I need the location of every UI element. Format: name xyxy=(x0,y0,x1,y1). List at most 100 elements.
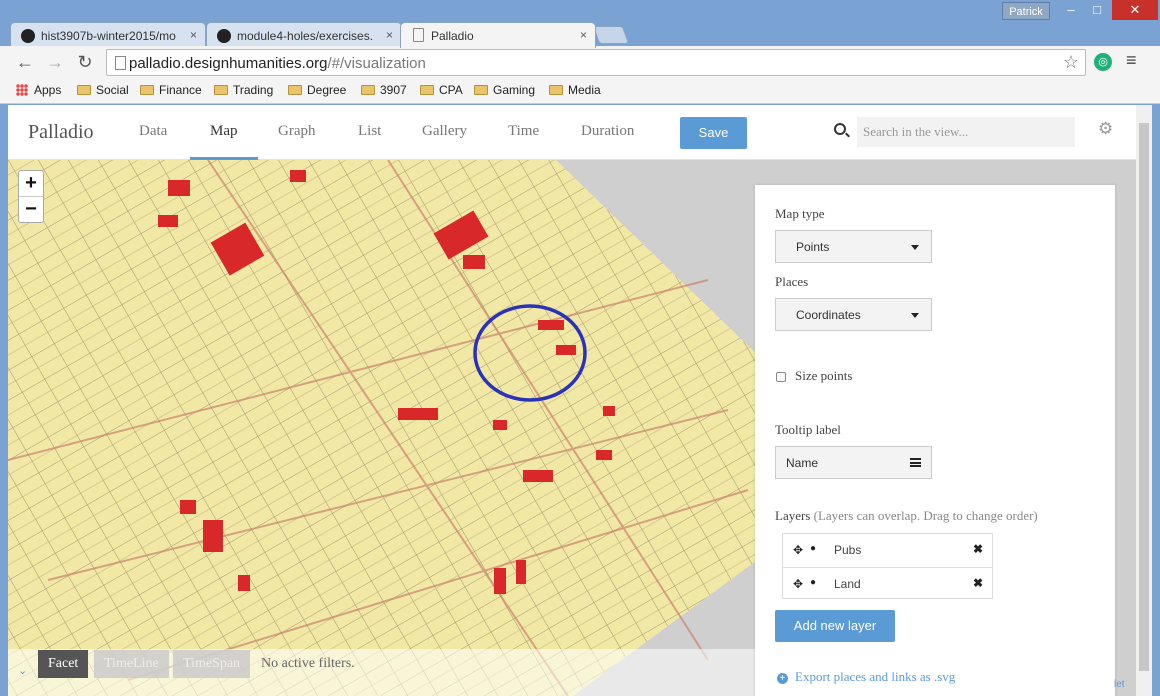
caret-down-icon xyxy=(911,245,919,250)
page-content: + − Palladio Data Map Graph List Gallery… xyxy=(8,105,1136,696)
layers-list: ✥ ● Pubs ✖ ✥ ● Land ✖ xyxy=(782,533,993,599)
bookmark-finance[interactable]: Finance xyxy=(140,83,202,97)
forward-icon[interactable]: → xyxy=(44,52,66,72)
window-border xyxy=(1152,105,1160,696)
tooltip-label-select[interactable]: Name xyxy=(775,446,932,479)
minimize-button[interactable]: – xyxy=(1058,0,1084,20)
export-svg-link[interactable]: + Export places and links as .svg xyxy=(777,669,955,685)
bookmark-social[interactable]: Social xyxy=(77,83,129,97)
extension-icon[interactable]: ◎ xyxy=(1094,53,1112,71)
move-icon[interactable]: ✥ xyxy=(793,543,803,557)
nav-gallery[interactable]: Gallery xyxy=(422,123,467,140)
bookmark-apps[interactable]: Apps xyxy=(16,83,61,97)
layer-name: Land xyxy=(834,577,861,591)
add-layer-button[interactable]: Add new layer xyxy=(775,610,895,642)
timespan-filter-button[interactable]: TimeSpan xyxy=(173,650,251,678)
page-icon xyxy=(413,28,424,42)
layer-item[interactable]: ✥ ● Land ✖ xyxy=(783,567,992,600)
tooltip-label-heading: Tooltip label xyxy=(775,422,841,437)
tab-close-icon[interactable]: × xyxy=(190,28,197,42)
address-bar[interactable]: palladio.designhumanities.org/#/visualiz… xyxy=(106,49,1086,76)
move-icon[interactable]: ✥ xyxy=(793,577,803,591)
facet-filter-button[interactable]: Facet xyxy=(38,650,89,678)
list-icon xyxy=(910,458,921,467)
caret-down-icon xyxy=(911,313,919,318)
url-text: palladio.designhumanities.org/#/visualiz… xyxy=(129,55,426,72)
nav-graph[interactable]: Graph xyxy=(278,123,316,140)
tab-label: module4-holes/exercises. xyxy=(237,29,374,43)
tab-strip: hist3907b-winter2015/mo × module4-holes/… xyxy=(0,18,1160,48)
size-points-label: Size points xyxy=(795,368,853,383)
places-label: Places xyxy=(775,274,809,289)
chevron-down-icon[interactable]: ⌄ xyxy=(18,664,27,677)
nav-list[interactable]: List xyxy=(358,123,381,140)
tab-label: Palladio xyxy=(431,29,474,43)
bookmark-media[interactable]: Media xyxy=(549,83,601,97)
gear-icon[interactable]: ⚙ xyxy=(1098,119,1113,139)
tab-module4-holes[interactable]: module4-holes/exercises. × xyxy=(206,22,402,48)
folder-icon xyxy=(549,85,563,95)
zoom-out-button[interactable]: − xyxy=(19,197,43,223)
page-scrollbar[interactable] xyxy=(1136,105,1152,696)
nav-time[interactable]: Time xyxy=(508,123,539,140)
brand-logo[interactable]: Palladio xyxy=(28,121,94,144)
tab-label: hist3907b-winter2015/mo xyxy=(41,29,176,43)
bookmark-3907[interactable]: 3907 xyxy=(361,83,407,97)
tab-close-icon[interactable]: × xyxy=(386,28,393,42)
tab-close-icon[interactable]: × xyxy=(580,28,587,42)
size-points-checkbox[interactable] xyxy=(776,372,786,382)
places-select[interactable]: Coordinates xyxy=(775,298,932,331)
scrollbar-thumb[interactable] xyxy=(1139,123,1149,671)
folder-icon xyxy=(420,85,434,95)
back-icon[interactable]: ← xyxy=(14,52,36,72)
folder-icon xyxy=(77,85,91,95)
page-icon xyxy=(115,56,126,70)
browser-window: Patrick – □ ✕ hist3907b-winter2015/mo × … xyxy=(0,0,1160,696)
menu-icon[interactable]: ≡ xyxy=(1126,50,1137,71)
folder-icon xyxy=(474,85,488,95)
app-navbar: Palladio Data Map Graph List Gallery Tim… xyxy=(8,105,1136,160)
close-window-button[interactable]: ✕ xyxy=(1112,0,1158,20)
nav-data[interactable]: Data xyxy=(139,123,167,140)
remove-layer-icon[interactable]: ✖ xyxy=(973,576,983,590)
bookmark-trading[interactable]: Trading xyxy=(214,83,273,97)
reload-icon[interactable]: ↻ xyxy=(74,52,96,72)
folder-icon xyxy=(140,85,154,95)
eye-icon[interactable]: ● xyxy=(810,543,816,554)
maximize-button[interactable]: □ xyxy=(1084,0,1110,20)
bookmarks-bar: Apps Social Finance Trading Degree 3907 … xyxy=(0,78,1160,104)
map-type-label: Map type xyxy=(775,206,825,221)
zoom-control: + − xyxy=(18,170,44,223)
map-attribution[interactable]: let xyxy=(1114,679,1125,690)
bookmark-gaming[interactable]: Gaming xyxy=(474,83,535,97)
search-icon xyxy=(834,123,846,135)
bookmark-star-icon[interactable]: ☆ xyxy=(1063,52,1079,73)
github-icon xyxy=(21,29,35,43)
tab-hist3907b[interactable]: hist3907b-winter2015/mo × xyxy=(10,22,206,48)
layer-item[interactable]: ✥ ● Pubs ✖ xyxy=(783,534,992,567)
map-settings-panel: Map type Points Places Coordinates Size … xyxy=(755,185,1115,696)
eye-icon[interactable]: ● xyxy=(810,577,816,588)
map-type-select[interactable]: Points xyxy=(775,230,932,263)
save-button[interactable]: Save xyxy=(680,117,747,149)
bookmark-degree[interactable]: Degree xyxy=(288,83,346,97)
nav-duration[interactable]: Duration xyxy=(581,123,634,140)
tab-palladio[interactable]: Palladio × xyxy=(400,22,596,48)
active-tab-indicator xyxy=(190,157,258,160)
zoom-in-button[interactable]: + xyxy=(19,171,43,197)
nav-map[interactable]: Map xyxy=(210,123,238,140)
folder-icon xyxy=(214,85,228,95)
plus-circle-icon: + xyxy=(777,673,788,684)
layers-heading: Layers (Layers can overlap. Drag to chan… xyxy=(775,508,1038,523)
search-input[interactable]: Search in the view... xyxy=(857,117,1075,147)
folder-icon xyxy=(361,85,375,95)
new-tab-button[interactable] xyxy=(592,26,630,44)
apps-icon xyxy=(16,84,28,96)
timeline-filter-button[interactable]: TimeLine xyxy=(94,650,169,678)
bookmark-cpa[interactable]: CPA xyxy=(420,83,463,97)
folder-icon xyxy=(288,85,302,95)
github-icon xyxy=(217,29,231,43)
remove-layer-icon[interactable]: ✖ xyxy=(973,542,983,556)
filter-bar: ⌄ Facet TimeLine TimeSpan No active filt… xyxy=(8,649,756,696)
browser-toolbar: ← → ↻ palladio.designhumanities.org/#/vi… xyxy=(0,46,1160,78)
